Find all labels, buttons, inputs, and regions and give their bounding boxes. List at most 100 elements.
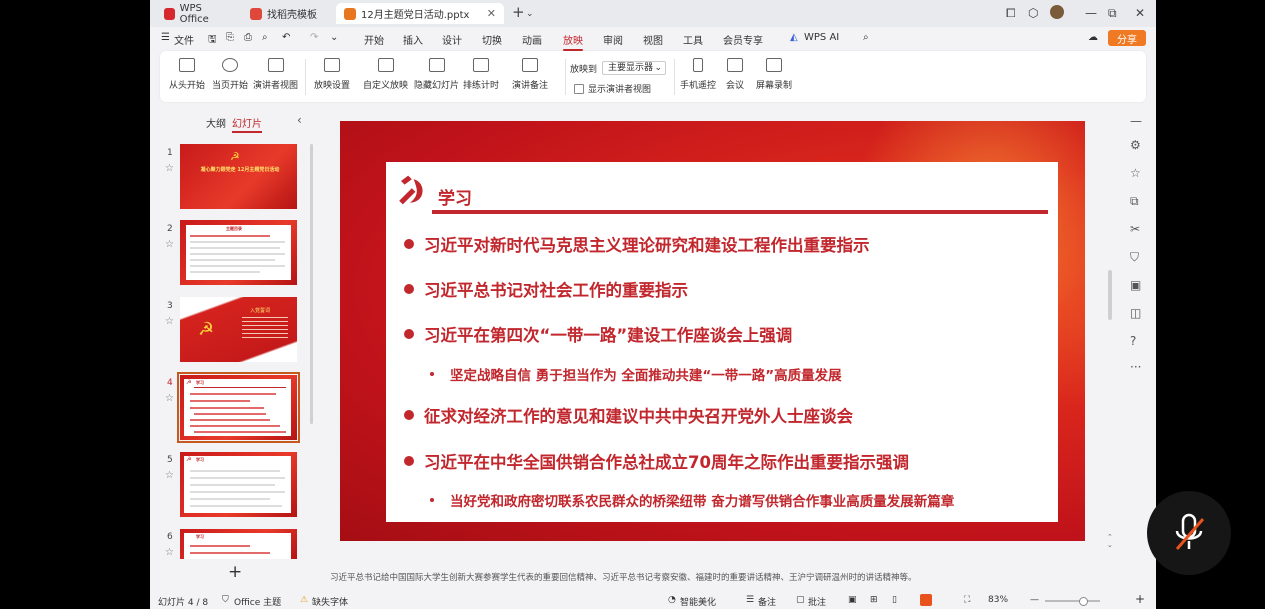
more-icon[interactable]: ···	[1130, 360, 1141, 374]
image-icon[interactable]: ▣	[1130, 278, 1141, 292]
page-nav-icon[interactable]: ⌃ ⌄	[1107, 533, 1113, 549]
layout-icon[interactable]: ⧠	[1006, 6, 1016, 21]
sorter-view-icon[interactable]: ⊞	[870, 595, 878, 605]
screen-record-button[interactable]: 屏幕录制	[756, 58, 792, 91]
menu-wps-ai[interactable]: WPS AI	[804, 32, 839, 43]
comments-button[interactable]: 批注	[808, 595, 826, 608]
tab-wps-office[interactable]: WPS Office	[156, 3, 236, 25]
zoom-in-button[interactable]: +	[1135, 592, 1145, 606]
star-icon[interactable]: ☆	[165, 316, 174, 327]
chevron-down-icon[interactable]: ⌄	[526, 9, 534, 19]
export-icon[interactable]: ⎘	[226, 32, 234, 43]
play-button[interactable]	[920, 594, 932, 606]
menu-member[interactable]: 会员专享	[723, 32, 763, 47]
display-select[interactable]: 主要显示器 ⌄	[602, 61, 666, 75]
zoom-slider[interactable]	[1045, 600, 1100, 602]
custom-show-button[interactable]: 自定义放映	[363, 58, 408, 91]
presenter-view-button[interactable]: 演讲者视图	[253, 58, 298, 91]
minimize-button[interactable]: —	[1085, 6, 1097, 20]
print-icon[interactable]: ⎙	[244, 32, 252, 43]
tools-icon[interactable]: ✂	[1130, 222, 1140, 236]
collapse-panel-icon[interactable]: ‹	[297, 113, 302, 127]
smart-beautify-button[interactable]: 智能美化	[680, 595, 716, 608]
reading-view-icon[interactable]: ▯	[892, 595, 897, 605]
close-window-button[interactable]: ✕	[1135, 6, 1145, 20]
menu-slideshow[interactable]: 放映	[563, 32, 583, 51]
play-current-button[interactable]: 当页开始	[212, 58, 248, 91]
copy-icon[interactable]: ⧉	[1130, 194, 1139, 209]
slide-thumbnail-4[interactable]: ☭ 学习	[177, 372, 300, 443]
save-icon[interactable]: 🖫	[208, 32, 217, 49]
star-icon[interactable]: ☆	[165, 547, 174, 558]
canvas-scrollbar[interactable]	[1108, 270, 1112, 320]
book-icon[interactable]: ◫	[1130, 306, 1141, 320]
missing-font[interactable]: 缺失字体	[312, 595, 348, 608]
slide-thumbnail-3[interactable]: ☭ 入党誓词	[180, 297, 297, 362]
add-slide-button[interactable]: +	[228, 562, 242, 582]
tab-docer[interactable]: 找稻壳模板	[242, 3, 328, 24]
star-icon[interactable]: ☆	[165, 239, 174, 250]
close-tab-icon[interactable]: ✕	[487, 7, 496, 20]
slide-thumbnail-5[interactable]: ☭ 学习	[180, 452, 297, 517]
minus-icon[interactable]: —	[1130, 114, 1142, 128]
menu-animations[interactable]: 动画	[522, 32, 542, 47]
help-icon[interactable]: ?	[1130, 334, 1136, 348]
zoom-slider-handle[interactable]	[1079, 597, 1088, 606]
tab-outline[interactable]: 大纲	[206, 115, 226, 130]
cloud-sync-icon[interactable]: ☁	[1088, 32, 1098, 43]
notes-toggle-button[interactable]: 备注	[758, 595, 776, 608]
theme-name[interactable]: Office 主题	[234, 595, 281, 608]
menu-file[interactable]: 文件	[174, 32, 194, 47]
chevron-down-icon[interactable]: ⌄	[330, 32, 338, 43]
star-icon[interactable]: ☆	[165, 470, 174, 481]
hide-slide-button[interactable]: 隐藏幻灯片	[414, 58, 459, 91]
play-from-start-button[interactable]: 从头开始	[169, 58, 205, 91]
thumb-text-line	[190, 393, 276, 395]
speaker-notes-button[interactable]: 演讲备注	[512, 58, 548, 91]
chevron-down-icon: ⌄	[654, 63, 662, 73]
slide-current[interactable]: 学习 习近平对新时代马克思主义理论研究和建设工程作出重要指示 习近平总书记对社会…	[340, 121, 1085, 541]
fit-window-icon[interactable]: ⛶	[964, 595, 970, 605]
meeting-icon	[727, 58, 743, 72]
adjust-icon[interactable]: ⚙	[1130, 138, 1141, 152]
presenter-view-checkbox[interactable]: 显示演讲者视图	[574, 82, 651, 95]
menu-home[interactable]: 开始	[364, 32, 384, 47]
star-icon[interactable]: ☆	[165, 163, 174, 174]
thumb-text-line	[190, 498, 270, 500]
avatar[interactable]	[1050, 5, 1064, 19]
shirt-icon[interactable]: ⛉	[1130, 250, 1139, 265]
slideshow-settings-button[interactable]: 放映设置	[314, 58, 350, 91]
menu-review[interactable]: 审阅	[603, 32, 623, 47]
slide-thumbnail-1[interactable]: ☭ 凝心聚力跟党走 12月主题党日活动	[180, 144, 297, 209]
slide-thumbnail-2[interactable]: 主题目录	[180, 220, 297, 285]
star-icon[interactable]: ☆	[1130, 166, 1141, 180]
cube-icon[interactable]: ⬡	[1028, 6, 1038, 20]
meeting-button[interactable]: 会议	[726, 58, 744, 91]
menu-view[interactable]: 视图	[643, 32, 663, 47]
new-tab-button[interactable]: +	[512, 3, 525, 21]
preview-icon[interactable]: ⌕	[262, 32, 268, 43]
normal-view-icon[interactable]: ▣	[848, 595, 857, 605]
speaker-notes[interactable]: 习近平总书记给中国国际大学生创新大赛参赛学生代表的重要回信精神、习近平总书记考察…	[320, 571, 1125, 583]
hamburger-icon[interactable]: ☰	[161, 32, 170, 43]
tab-pptx[interactable]: 12月主题党日活动.pptx ✕	[336, 3, 504, 24]
rehearse-timing-button[interactable]: 排练计时	[463, 58, 499, 91]
tab-slides[interactable]: 幻灯片	[232, 115, 262, 133]
panel-scrollbar[interactable]	[310, 144, 313, 424]
star-icon[interactable]: ☆	[165, 393, 174, 404]
maximize-button[interactable]: ⧉	[1108, 6, 1117, 21]
menu-tools[interactable]: 工具	[683, 32, 703, 47]
zoom-level[interactable]: 83%	[988, 595, 1008, 605]
undo-icon[interactable]: ↶	[282, 32, 290, 43]
search-icon[interactable]: ⌕	[863, 32, 869, 43]
menu-design[interactable]: 设计	[442, 32, 462, 47]
zoom-out-button[interactable]: —	[1030, 595, 1039, 605]
mic-muted-button[interactable]	[1147, 491, 1231, 575]
redo-icon[interactable]: ↷	[310, 32, 318, 43]
menu-insert[interactable]: 插入	[403, 32, 423, 47]
slide-thumbnail-6[interactable]: 学习	[180, 529, 297, 559]
share-button[interactable]: 分享	[1108, 30, 1146, 46]
menu-transitions[interactable]: 切换	[482, 32, 502, 47]
phone-remote-button[interactable]: 手机遥控	[680, 58, 716, 91]
warning-icon: ⚠	[300, 595, 309, 605]
